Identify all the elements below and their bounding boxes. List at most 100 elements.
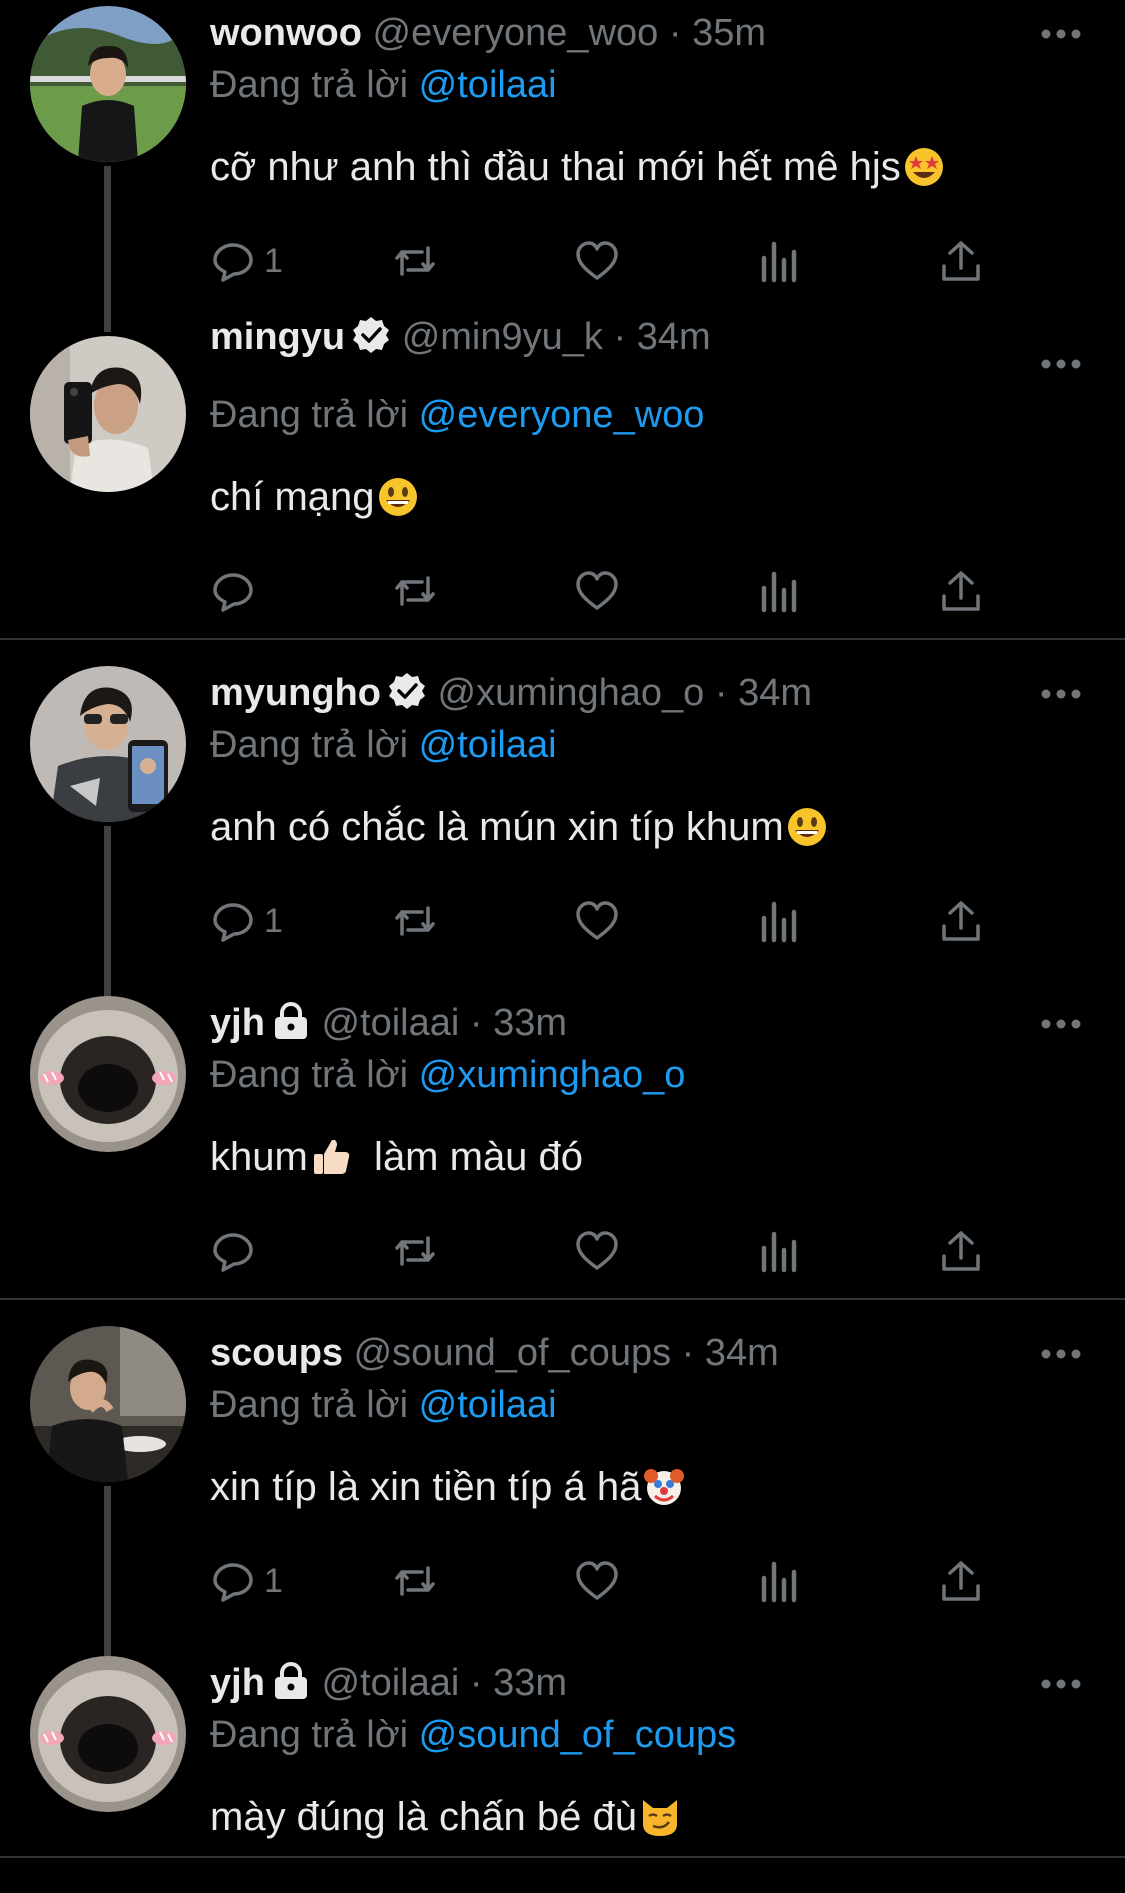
retweet-button[interactable] bbox=[392, 891, 438, 951]
like-button[interactable] bbox=[574, 891, 620, 951]
retweet-button[interactable] bbox=[392, 561, 438, 621]
share-button[interactable] bbox=[938, 231, 984, 291]
reply-count: 1 bbox=[264, 1561, 283, 1600]
handle[interactable]: @sound_of_coups bbox=[354, 1332, 671, 1374]
reply-mention[interactable]: @toilaai bbox=[419, 64, 557, 106]
reply-button[interactable]: 1 bbox=[210, 891, 283, 951]
display-name[interactable]: mingyu bbox=[210, 316, 345, 358]
lock-icon bbox=[274, 1662, 307, 1699]
timestamp[interactable]: 35m bbox=[692, 12, 766, 54]
timestamp[interactable]: 34m bbox=[738, 672, 812, 714]
separator-dot: · bbox=[613, 316, 627, 358]
thread-line bbox=[104, 826, 111, 998]
avatar[interactable] bbox=[30, 1326, 186, 1482]
retweet-button[interactable] bbox=[392, 1221, 438, 1281]
retweet-button[interactable] bbox=[392, 1551, 438, 1611]
display-name[interactable]: scoups bbox=[210, 1332, 343, 1374]
share-button[interactable] bbox=[938, 1221, 984, 1281]
handle[interactable]: @min9yu_k bbox=[402, 316, 603, 358]
more-dots-icon[interactable] bbox=[1040, 1014, 1082, 1034]
reply-feed: wonwoo @everyone_woo · 35m Đang trả lời … bbox=[0, 0, 1125, 1893]
handle[interactable]: @xuminghao_o bbox=[438, 672, 705, 714]
tweet-text-content: mày đúng là chấn bé đù bbox=[210, 1795, 637, 1839]
verified-badge-icon bbox=[388, 673, 425, 709]
avatar[interactable] bbox=[30, 996, 186, 1152]
smirking-cat-icon bbox=[642, 1800, 677, 1836]
views-button[interactable] bbox=[756, 1221, 802, 1281]
tweet-actions: 1 bbox=[210, 1551, 1010, 1611]
reply-mention[interactable]: @xuminghao_o bbox=[419, 1054, 686, 1096]
reply-icon bbox=[213, 243, 253, 282]
tweet-text: mày đúng là chấn bé đù bbox=[210, 1792, 681, 1842]
replying-to-label: Đang trả lời bbox=[210, 1714, 409, 1756]
tweet-text-content: cỡ như anh thì đầu thai mới hết mê hjs bbox=[210, 145, 901, 189]
tweet-text-content: khum bbox=[210, 1135, 308, 1179]
avatar[interactable] bbox=[30, 336, 186, 492]
tweet-text-content: anh có chắc là mún xin típ khum bbox=[210, 805, 784, 849]
tweet-text-continuation: làm màu đó bbox=[362, 1135, 584, 1179]
thread-divider bbox=[0, 1856, 1125, 1858]
reply-mention[interactable]: @toilaai bbox=[419, 724, 557, 766]
clown-face-icon bbox=[644, 1469, 685, 1505]
reply-mention[interactable]: @toilaai bbox=[419, 1384, 557, 1426]
more-dots-icon[interactable] bbox=[1040, 1674, 1082, 1694]
avatar[interactable] bbox=[30, 1656, 186, 1812]
tweet-header: yjh @toilaai · 33m bbox=[210, 1000, 567, 1046]
reply-button[interactable]: 1 bbox=[210, 231, 283, 291]
reply-mention[interactable]: @everyone_woo bbox=[419, 394, 705, 436]
reply-button[interactable]: 1 bbox=[210, 1551, 283, 1611]
replying-to: Đang trả lời @toilaai bbox=[210, 62, 557, 108]
views-button[interactable] bbox=[756, 231, 802, 291]
views-button[interactable] bbox=[756, 561, 802, 621]
handle[interactable]: @toilaai bbox=[321, 1662, 459, 1704]
share-button[interactable] bbox=[938, 891, 984, 951]
reply-mention[interactable]: @sound_of_coups bbox=[419, 1714, 736, 1756]
replying-to: Đang trả lời @sound_of_coups bbox=[210, 1712, 736, 1758]
more-dots-icon[interactable] bbox=[1040, 354, 1082, 374]
replying-to: Đang trả lời @toilaai bbox=[210, 722, 557, 768]
tweet-header: scoups @sound_of_coups · 34m bbox=[210, 1330, 779, 1376]
like-button[interactable] bbox=[574, 231, 620, 291]
reply-icon bbox=[213, 573, 253, 612]
display-name[interactable]: myungho bbox=[210, 672, 381, 714]
more-dots-icon[interactable] bbox=[1040, 24, 1082, 44]
share-button[interactable] bbox=[938, 1551, 984, 1611]
tweet-header: mingyu @min9yu_k · 34m bbox=[210, 314, 711, 360]
separator-dot: · bbox=[469, 1002, 483, 1044]
display-name[interactable]: yjh bbox=[210, 1662, 265, 1704]
timestamp[interactable]: 33m bbox=[493, 1662, 567, 1704]
timestamp[interactable]: 33m bbox=[493, 1002, 567, 1044]
like-button[interactable] bbox=[574, 561, 620, 621]
display-name[interactable]: yjh bbox=[210, 1002, 265, 1044]
retweet-button[interactable] bbox=[392, 231, 438, 291]
share-button[interactable] bbox=[938, 561, 984, 621]
timestamp[interactable]: 34m bbox=[705, 1332, 779, 1374]
thread-line bbox=[104, 166, 111, 332]
handle[interactable]: @toilaai bbox=[321, 1002, 459, 1044]
like-button[interactable] bbox=[574, 1551, 620, 1611]
handle[interactable]: @everyone_woo bbox=[373, 12, 659, 54]
reply-count: 1 bbox=[264, 241, 283, 280]
more-dots-icon[interactable] bbox=[1040, 1344, 1082, 1364]
separator-dot: · bbox=[714, 672, 728, 714]
more-dots-icon[interactable] bbox=[1040, 684, 1082, 704]
timestamp[interactable]: 34m bbox=[637, 316, 711, 358]
replying-to: Đang trả lời @everyone_woo bbox=[210, 392, 704, 438]
like-button[interactable] bbox=[574, 1221, 620, 1281]
views-button[interactable] bbox=[756, 1551, 802, 1611]
separator-dot: · bbox=[681, 1332, 695, 1374]
views-button[interactable] bbox=[756, 891, 802, 951]
views-icon bbox=[761, 571, 797, 613]
reply-button[interactable] bbox=[210, 1221, 264, 1281]
avatar[interactable] bbox=[30, 666, 186, 822]
views-icon bbox=[761, 1561, 797, 1603]
tweet-text: anh có chắc là mún xin típ khum bbox=[210, 802, 828, 852]
display-name[interactable]: wonwoo bbox=[210, 12, 362, 54]
retweet-icon bbox=[395, 576, 435, 606]
reply-count: 1 bbox=[264, 901, 283, 940]
reply-button[interactable] bbox=[210, 561, 264, 621]
thread-divider bbox=[0, 638, 1125, 640]
tweet-header: wonwoo @everyone_woo · 35m bbox=[210, 10, 766, 56]
avatar[interactable] bbox=[30, 6, 186, 162]
replying-to-label: Đang trả lời bbox=[210, 1054, 409, 1096]
